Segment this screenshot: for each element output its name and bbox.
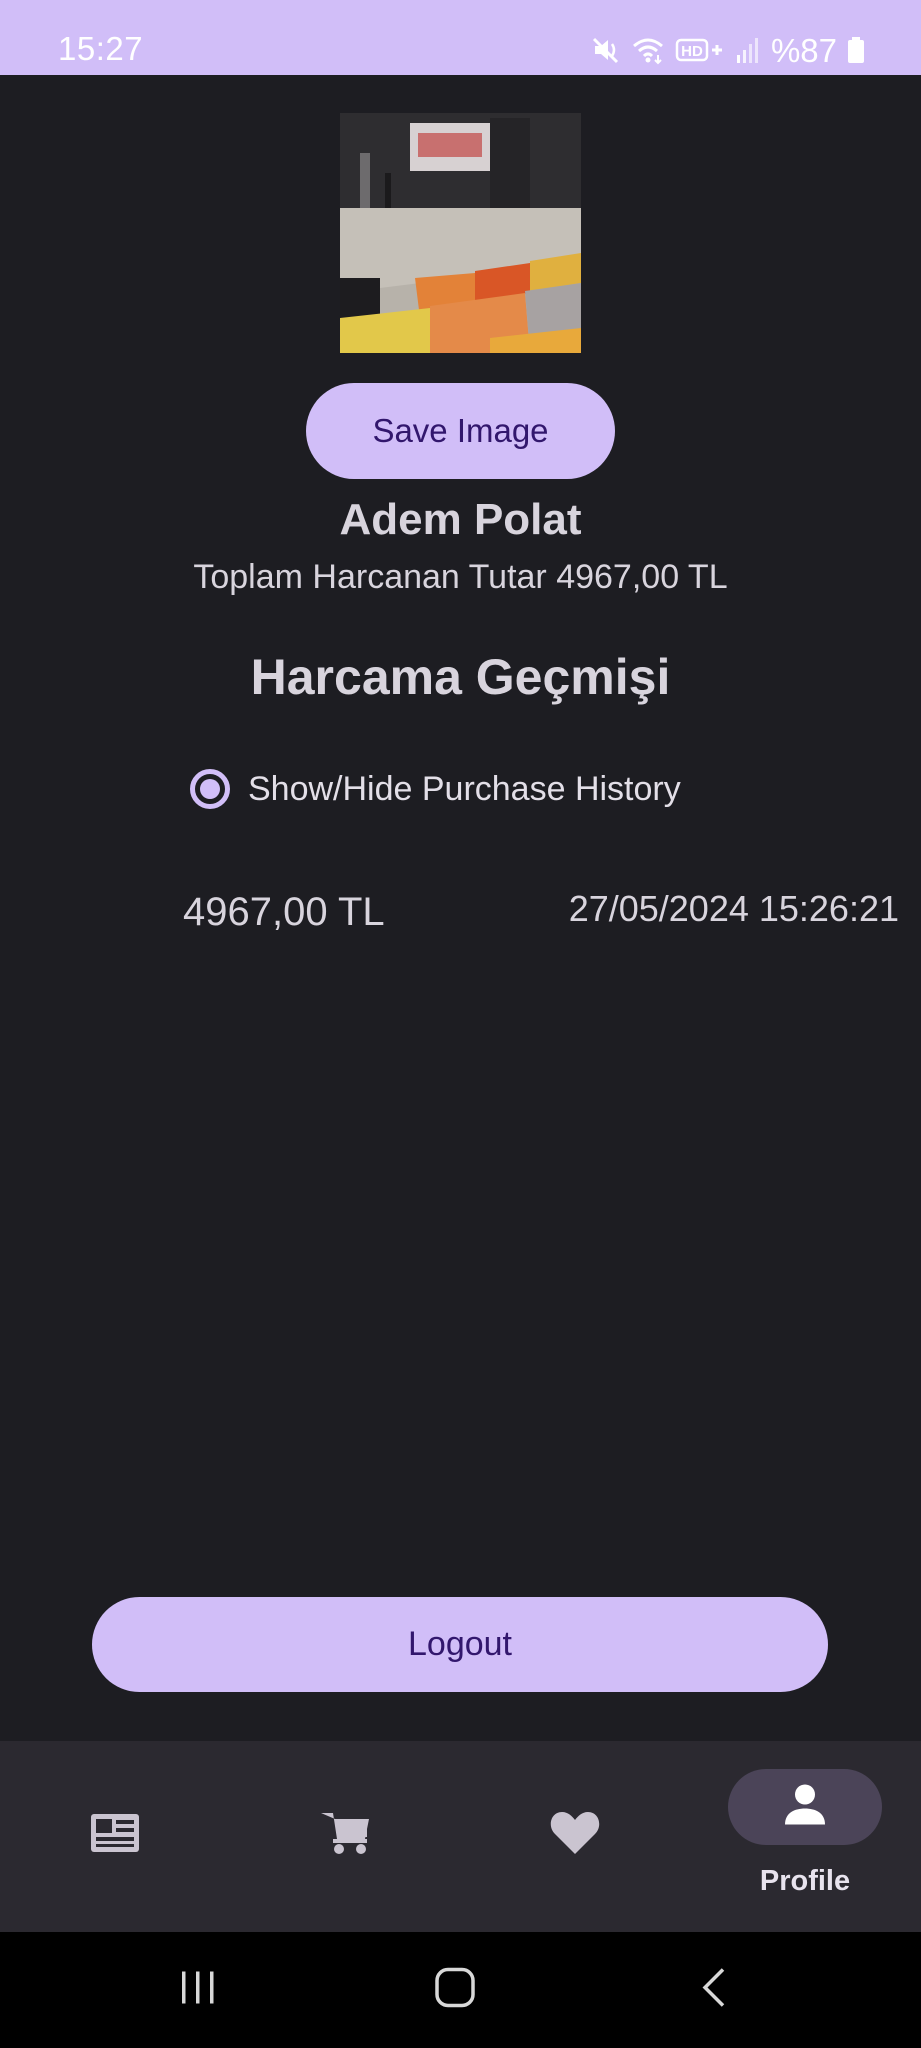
status-time: 15:27 [58,30,144,67]
radio-selected-dot [200,779,220,799]
signal-icon [735,35,761,65]
save-image-button[interactable]: Save Image [306,383,615,479]
nav-item-cart[interactable] [230,1741,460,1932]
total-spent-text: Toplam Harcanan Tutar 4967,00 TL [193,558,728,596]
svg-text:HD: HD [681,43,703,60]
purchase-history-toggle[interactable]: Show/Hide Purchase History [190,762,681,816]
nav-item-favorites[interactable] [460,1741,690,1932]
mute-icon [591,35,621,65]
logout-button[interactable]: Logout [92,1597,828,1692]
recent-apps-icon[interactable] [178,1970,218,2011]
battery-icon [847,35,865,65]
system-navigation-bar [0,1932,921,2048]
profile-image [340,113,581,353]
battery-percent: %87 [770,31,837,69]
purchase-history-title: Harcama Geçmişi [250,649,671,705]
hd-plus-icon: HD [675,35,725,65]
profile-screen: 15:27 HD %87 Save Image Adem Polat Topla… [0,0,921,2048]
status-icons: HD %87 [591,28,865,72]
wifi-icon [631,35,665,65]
status-bar: 15:27 HD %87 [0,0,921,75]
nav-label-profile: Profile [759,1865,851,1897]
back-icon[interactable] [699,1967,729,2014]
news-icon [89,1812,141,1854]
home-icon[interactable] [434,1967,476,2014]
purchase-amount: 4967,00 TL [183,890,385,934]
person-icon [783,1783,827,1832]
radio-button[interactable] [190,769,230,809]
nav-item-profile[interactable]: Profile [690,1741,920,1932]
cart-icon [317,1809,373,1857]
purchase-history-toggle-label: Show/Hide Purchase History [248,769,681,808]
purchase-date: 27/05/2024 15:26:21 [568,888,899,929]
bottom-navigation: Profile [0,1741,921,1932]
user-name: Adem Polat [339,495,582,544]
heart-icon [549,1810,601,1856]
nav-item-news[interactable] [0,1741,230,1932]
